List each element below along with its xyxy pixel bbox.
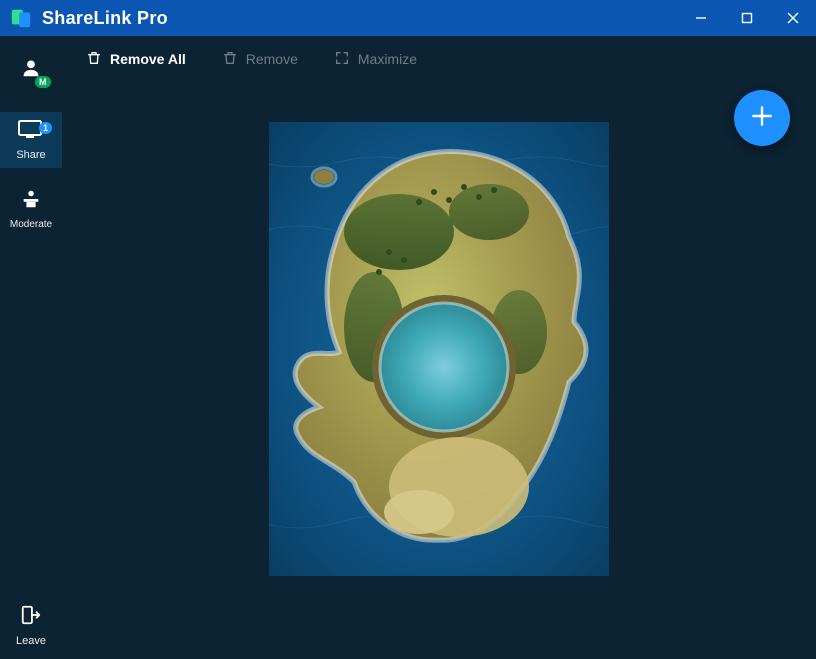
share-count-badge: 1 [39, 122, 52, 134]
plus-icon [749, 103, 775, 134]
minimize-button[interactable] [678, 0, 724, 36]
maximize-icon [334, 50, 350, 69]
user-badge: M [35, 76, 51, 88]
trash-icon [222, 50, 238, 69]
maximize-label: Maximize [358, 51, 417, 67]
content-area [62, 82, 816, 659]
sidebar-item-label: Share [16, 149, 45, 161]
remove-label: Remove [246, 51, 298, 67]
window-controls [678, 0, 816, 36]
sidebar-item-user[interactable]: M [0, 46, 62, 94]
app-window: ShareLink Pro M [0, 0, 816, 659]
sidebar-item-moderate[interactable]: Moderate [0, 178, 62, 240]
maximize-window-button[interactable] [724, 0, 770, 36]
remove-button: Remove [222, 50, 298, 69]
body: M 1 Share Moderate Leave [0, 36, 816, 659]
sidebar: M 1 Share Moderate Leave [0, 36, 62, 659]
toolbar: Remove All Remove Maximize [62, 36, 816, 82]
app-logo-icon [10, 7, 32, 29]
moderate-icon [20, 188, 42, 215]
sidebar-item-leave[interactable]: Leave [0, 597, 62, 653]
remove-all-label: Remove All [110, 51, 186, 67]
trash-icon [86, 50, 102, 69]
app-title: ShareLink Pro [42, 8, 678, 29]
remove-all-button[interactable]: Remove All [86, 50, 186, 69]
sidebar-spacer [0, 240, 62, 597]
maximize-button: Maximize [334, 50, 417, 69]
shared-image[interactable] [269, 122, 609, 576]
titlebar: ShareLink Pro [0, 0, 816, 36]
sidebar-item-share[interactable]: 1 Share [0, 112, 62, 168]
main-panel: Remove All Remove Maximize [62, 36, 816, 659]
close-window-button[interactable] [770, 0, 816, 36]
leave-icon [20, 604, 42, 631]
add-button[interactable] [734, 90, 790, 146]
sidebar-item-label: Moderate [10, 219, 52, 230]
sidebar-item-label: Leave [16, 635, 46, 647]
